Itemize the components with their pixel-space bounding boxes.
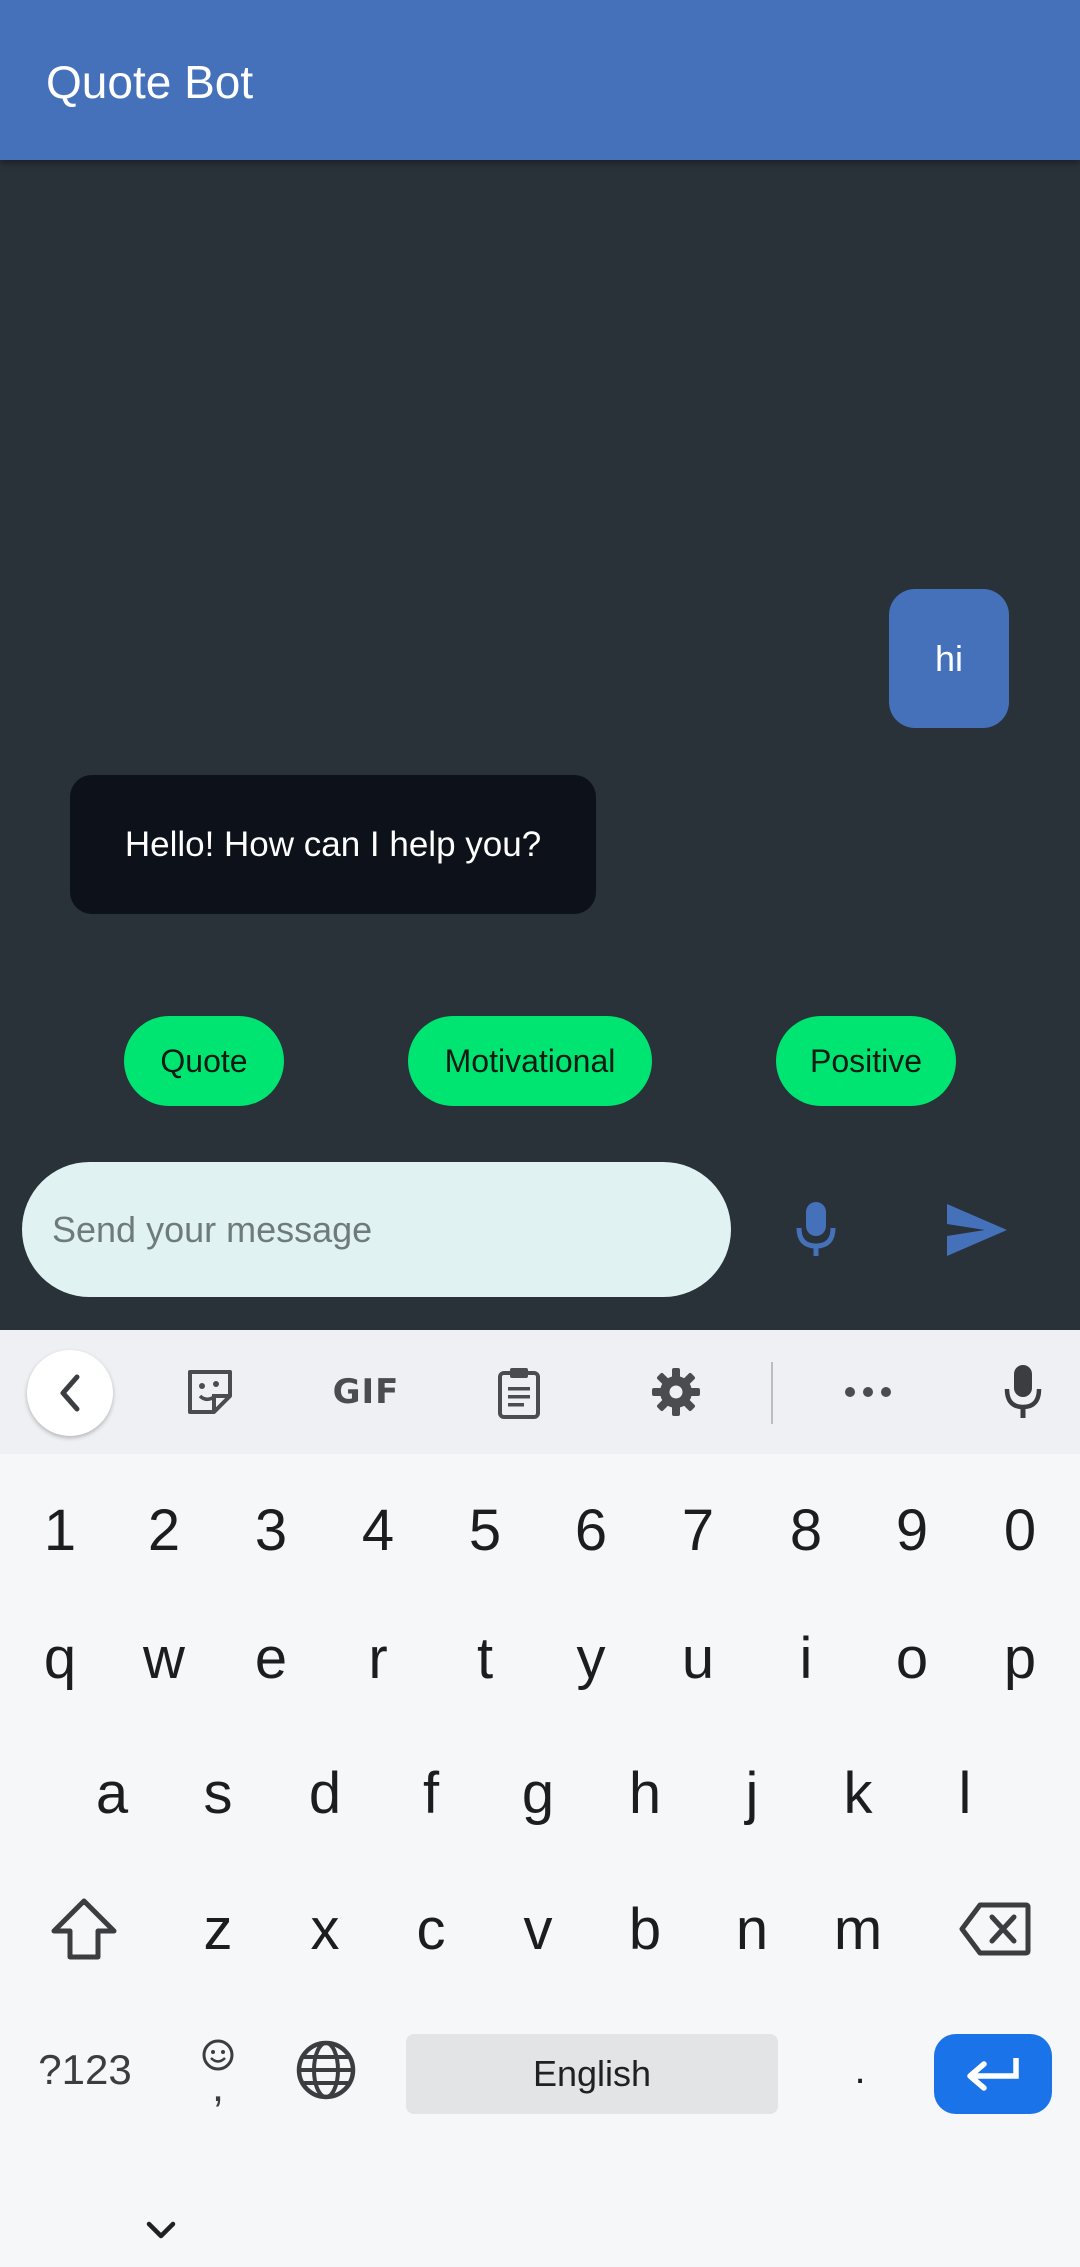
settings-icon <box>652 1368 700 1416</box>
quick-reply-quote[interactable]: Quote <box>124 1016 284 1106</box>
chat-area: hi Hello! How can I help you? Quote Moti… <box>0 160 1080 1330</box>
key-m[interactable]: m <box>818 1889 898 1969</box>
key-z[interactable]: z <box>178 1889 258 1969</box>
sticker-icon <box>188 1370 232 1414</box>
back-icon <box>60 1374 80 1412</box>
clipboard-button[interactable] <box>494 1330 544 1454</box>
key-v[interactable]: v <box>498 1889 578 1969</box>
key-r[interactable]: r <box>338 1618 418 1698</box>
gif-icon: GIF <box>332 1372 400 1412</box>
key-u[interactable]: u <box>658 1618 738 1698</box>
key-2[interactable]: 2 <box>124 1490 204 1570</box>
message-input-container[interactable] <box>22 1162 731 1297</box>
period-key[interactable]: . <box>820 2030 900 2110</box>
key-s[interactable]: s <box>178 1753 258 1833</box>
gif-button[interactable]: GIF <box>326 1330 406 1454</box>
key-g[interactable]: g <box>498 1753 578 1833</box>
hide-keyboard-button[interactable] <box>140 2210 182 2250</box>
globe-icon <box>296 2040 356 2100</box>
toolbar-divider <box>771 1362 773 1424</box>
quick-reply-positive[interactable]: Positive <box>776 1016 956 1106</box>
send-icon <box>947 1204 1007 1256</box>
key-o[interactable]: o <box>872 1618 952 1698</box>
key-4[interactable]: 4 <box>338 1490 418 1570</box>
more-button[interactable] <box>840 1330 896 1454</box>
key-j[interactable]: j <box>712 1753 792 1833</box>
key-3[interactable]: 3 <box>231 1490 311 1570</box>
voice-input-icon <box>1004 1365 1042 1418</box>
key-k[interactable]: k <box>818 1753 898 1833</box>
key-x[interactable]: x <box>285 1889 365 1969</box>
symbols-key[interactable]: ?123 <box>30 2030 140 2110</box>
comma-label: , <box>211 2062 225 2111</box>
bot-message-bubble: Hello! How can I help you? <box>70 775 596 914</box>
settings-button[interactable] <box>648 1330 704 1454</box>
voice-input-button[interactable] <box>998 1330 1048 1454</box>
key-c[interactable]: c <box>391 1889 471 1969</box>
send-button[interactable] <box>942 1180 1012 1280</box>
shift-key[interactable] <box>44 1889 124 1969</box>
keyboard-back-button[interactable] <box>27 1350 113 1436</box>
sticker-button[interactable] <box>180 1330 240 1454</box>
language-key[interactable] <box>286 2030 366 2110</box>
key-b[interactable]: b <box>605 1889 685 1969</box>
backspace-key[interactable] <box>950 1889 1040 1969</box>
key-q[interactable]: q <box>20 1618 100 1698</box>
key-d[interactable]: d <box>285 1753 365 1833</box>
key-8[interactable]: 8 <box>766 1490 846 1570</box>
chevron-down-icon <box>146 2221 176 2239</box>
mic-icon <box>796 1202 836 1256</box>
key-6[interactable]: 6 <box>551 1490 631 1570</box>
backspace-icon <box>959 1902 1031 1956</box>
page-title: Quote Bot <box>46 56 254 108</box>
key-e[interactable]: e <box>231 1618 311 1698</box>
key-5[interactable]: 5 <box>445 1490 525 1570</box>
shift-icon <box>51 1898 117 1960</box>
key-i[interactable]: i <box>766 1618 846 1698</box>
quick-reply-motivational[interactable]: Motivational <box>408 1016 652 1106</box>
clipboard-icon <box>498 1368 540 1419</box>
key-l[interactable]: l <box>925 1753 1005 1833</box>
key-w[interactable]: w <box>124 1618 204 1698</box>
key-f[interactable]: f <box>391 1753 471 1833</box>
key-1[interactable]: 1 <box>20 1490 100 1570</box>
key-y[interactable]: y <box>551 1618 631 1698</box>
key-p[interactable]: p <box>980 1618 1060 1698</box>
key-t[interactable]: t <box>445 1618 525 1698</box>
more-icon <box>845 1387 891 1397</box>
user-message-bubble: hi <box>889 589 1009 728</box>
space-key[interactable]: English <box>406 2034 778 2114</box>
mic-button[interactable] <box>786 1180 846 1280</box>
comma-emoji-key[interactable]: , <box>178 2020 258 2120</box>
key-0[interactable]: 0 <box>980 1490 1060 1570</box>
key-7[interactable]: 7 <box>658 1490 738 1570</box>
keyboard <box>0 1454 1080 2267</box>
key-a[interactable]: a <box>72 1753 152 1833</box>
app-bar: Quote Bot <box>0 0 1080 160</box>
enter-icon <box>967 2058 1019 2091</box>
key-h[interactable]: h <box>605 1753 685 1833</box>
enter-key[interactable] <box>934 2034 1052 2114</box>
key-9[interactable]: 9 <box>872 1490 952 1570</box>
message-input[interactable] <box>52 1208 731 1251</box>
key-n[interactable]: n <box>712 1889 792 1969</box>
